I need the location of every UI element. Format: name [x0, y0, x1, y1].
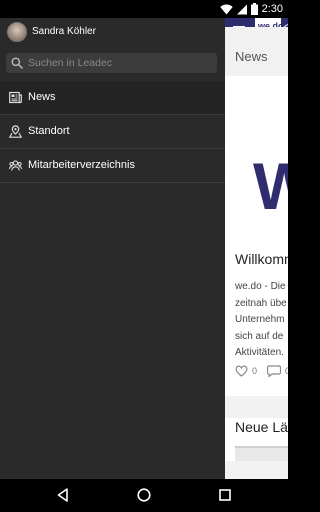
cellular-signal-icon [236, 4, 247, 14]
feed-title: News [235, 49, 268, 64]
nav-item-mitarbeiterverzeichnis[interactable]: Mitarbeiterverzeichnis [0, 149, 225, 183]
system-navigation-bar [0, 479, 288, 512]
wifi-icon [219, 4, 233, 14]
screen: 2:30 we.do News W Willkommen we.do - Die… [0, 0, 288, 512]
post2-title: Neue Lä [235, 419, 288, 435]
post-body-line: sich auf de [235, 330, 284, 342]
post-body-line: zeitnah übe [235, 297, 287, 309]
navigation-drawer: Sandra Köhler News [0, 0, 225, 479]
battery-icon [250, 3, 258, 15]
post-body-line: we.do - Die [235, 281, 286, 292]
home-icon[interactable] [136, 487, 152, 503]
drawer-nav: News Standort Mitarbeiterverzeichnis [0, 81, 225, 183]
location-icon [9, 125, 22, 138]
post-body: we.do - Die zeitnah übe Unternehm sich a… [235, 279, 288, 362]
like-count: 0 [252, 366, 258, 376]
search-icon [11, 57, 23, 69]
search-box[interactable] [6, 53, 217, 73]
nav-label-news: News [28, 91, 56, 103]
nav-item-standort[interactable]: Standort [0, 115, 225, 149]
status-time: 2:30 [261, 3, 283, 15]
status-bar: 2:30 [0, 0, 288, 18]
post-body-line: Aktivitäten. [235, 347, 284, 358]
search-input[interactable] [28, 53, 213, 73]
comment-icon[interactable] [267, 365, 282, 377]
avatar[interactable] [7, 22, 27, 42]
user-name: Sandra Köhler [32, 26, 96, 37]
nav-item-news[interactable]: News [0, 81, 225, 115]
news-icon [9, 91, 22, 104]
recents-icon[interactable] [217, 487, 233, 503]
heart-icon[interactable] [235, 365, 248, 377]
post-title: Willkommen [235, 251, 288, 267]
post2-thumbnail [235, 446, 288, 461]
post-actions: 0 0 [235, 365, 288, 377]
post-image-logo: W [253, 149, 288, 223]
comment-count: 0 [285, 366, 288, 376]
people-icon [9, 160, 22, 171]
back-icon[interactable] [55, 487, 71, 503]
post-body-line: Unternehm [235, 314, 285, 325]
status-icons: 2:30 [219, 2, 283, 16]
nav-label-mitarbeiterverzeichnis: Mitarbeiterverzeichnis [28, 159, 135, 171]
nav-label-standort: Standort [28, 125, 70, 137]
